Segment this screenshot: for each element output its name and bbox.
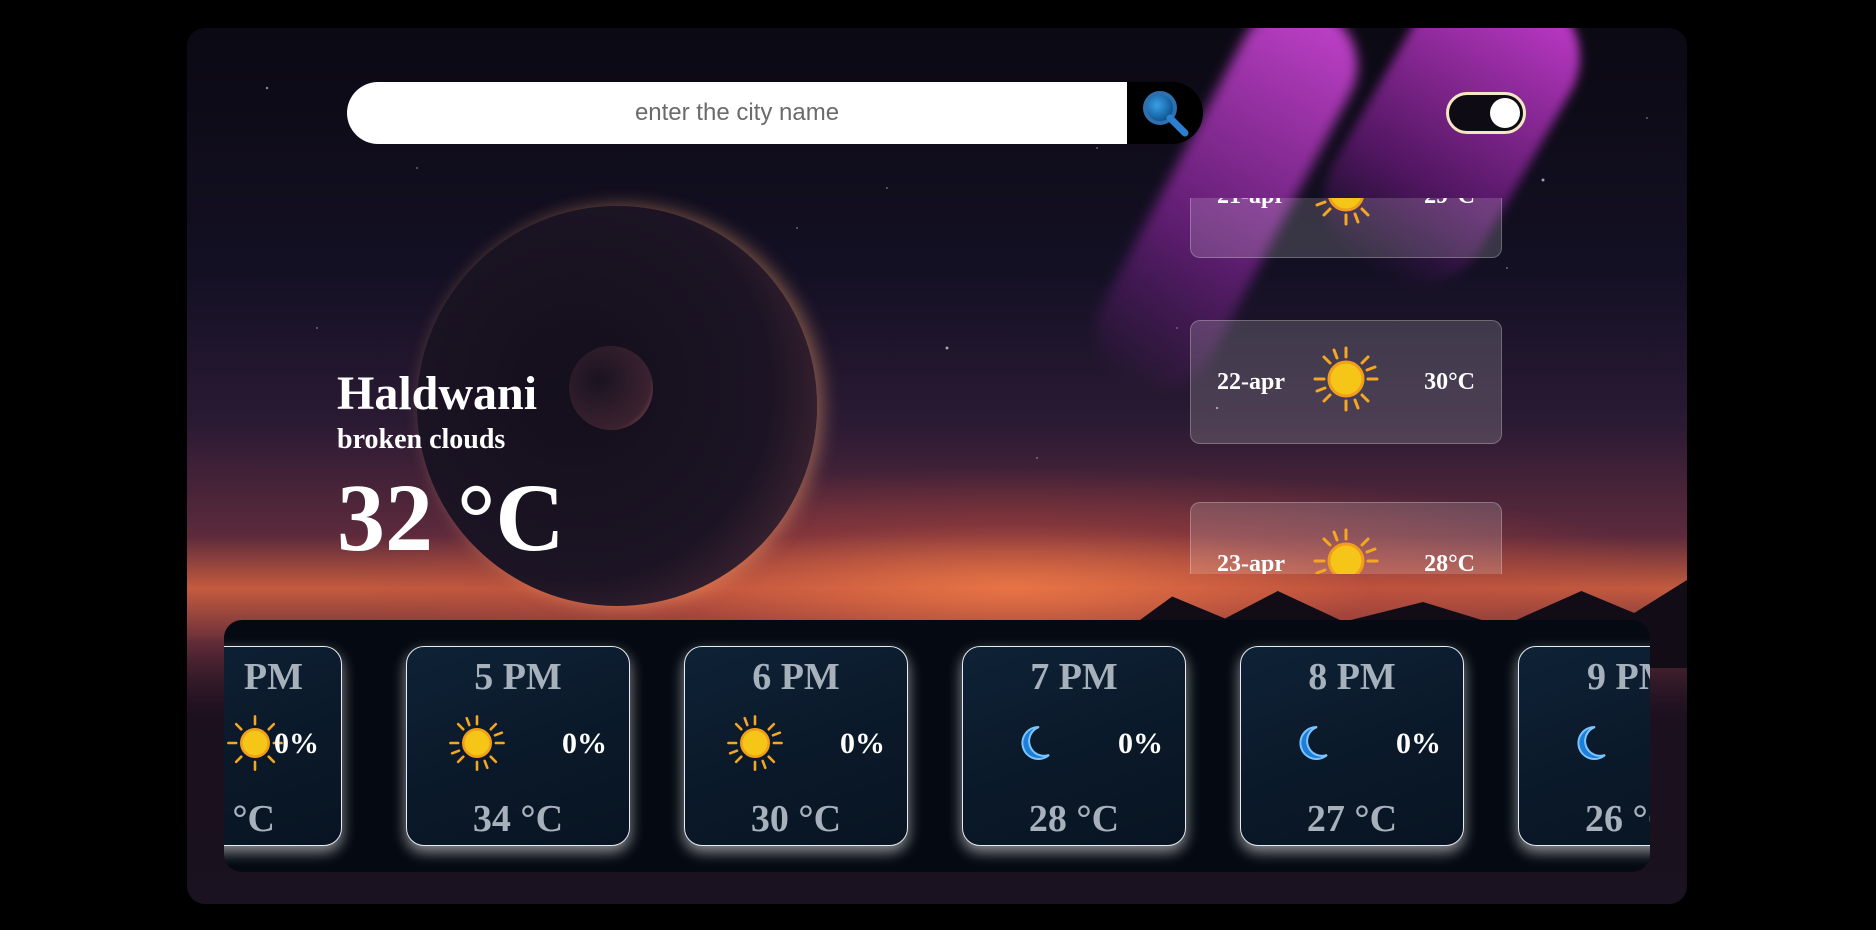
rain-chance: 0% xyxy=(840,727,885,760)
hourly-forecast-strip[interactable]: PM 0% 5 °C 5 PM 0% 34 °C 6 PM 0% 30 °C 7… xyxy=(224,620,1650,872)
day-card: 21-apr 29°C xyxy=(1190,198,1502,258)
theme-toggle[interactable] xyxy=(1446,92,1526,134)
sun-icon xyxy=(447,713,507,773)
search-input[interactable] xyxy=(347,82,1127,144)
hour-time: 7 PM xyxy=(1030,656,1118,698)
sun-icon xyxy=(1311,526,1381,574)
daily-forecast-list[interactable]: 21-apr 29°C 22-apr 30°C 23-apr 28°C xyxy=(1190,198,1510,574)
moon-image xyxy=(569,346,653,430)
day-temperature: 29°C xyxy=(1405,198,1475,210)
hour-card: PM 0% 5 °C xyxy=(224,646,342,846)
rain-chance: 0% xyxy=(562,727,607,760)
current-temperature: 32 °C xyxy=(337,464,565,571)
hour-time: PM xyxy=(243,656,303,698)
hour-temperature: 26 °C xyxy=(1585,798,1650,840)
day-card: 22-apr 30°C xyxy=(1190,320,1502,444)
day-temperature: 30°C xyxy=(1424,368,1475,395)
search-button[interactable] xyxy=(1127,82,1203,144)
hour-temperature: 28 °C xyxy=(1028,798,1120,840)
rain-chance: 0% xyxy=(1396,727,1441,760)
sun-icon xyxy=(1311,344,1381,421)
hour-card: 5 PM 0% 34 °C xyxy=(406,646,630,846)
moon-icon xyxy=(1281,713,1341,773)
hour-temperature: 5 °C xyxy=(224,798,275,840)
rain-chance: 0% xyxy=(1118,727,1163,760)
sun-icon xyxy=(725,713,785,773)
day-date: 23-apr xyxy=(1217,550,1285,575)
hour-time: 5 PM xyxy=(474,656,562,698)
hour-temperature: 30 °C xyxy=(750,798,842,840)
hour-card: 9 PM 0% 26 °C xyxy=(1518,646,1650,846)
weather-description: broken clouds xyxy=(337,424,506,455)
moon-icon xyxy=(1003,713,1063,773)
day-temperature: 28°C xyxy=(1424,550,1475,575)
search-icon xyxy=(1143,91,1189,137)
search-bar xyxy=(347,82,1203,144)
day-date: 22-apr xyxy=(1217,368,1285,395)
hour-card: 8 PM 0% 27 °C xyxy=(1240,646,1464,846)
hour-card: 6 PM 0% 30 °C xyxy=(684,646,908,846)
day-date: 21-apr xyxy=(1217,198,1287,210)
hour-temperature: 34 °C xyxy=(472,798,564,840)
city-name: Haldwani xyxy=(337,367,538,420)
day-card: 23-apr 28°C xyxy=(1190,502,1502,574)
toggle-knob xyxy=(1490,98,1520,128)
sun-icon xyxy=(1311,198,1381,235)
hour-time: 6 PM xyxy=(752,656,840,698)
rain-chance: 0% xyxy=(274,727,319,760)
hour-temperature: 27 °C xyxy=(1306,798,1398,840)
moon-icon xyxy=(1559,713,1619,773)
hour-time: 9 PM xyxy=(1587,656,1650,698)
hour-card: 7 PM 0% 28 °C xyxy=(962,646,1186,846)
hour-time: 8 PM xyxy=(1308,656,1396,698)
